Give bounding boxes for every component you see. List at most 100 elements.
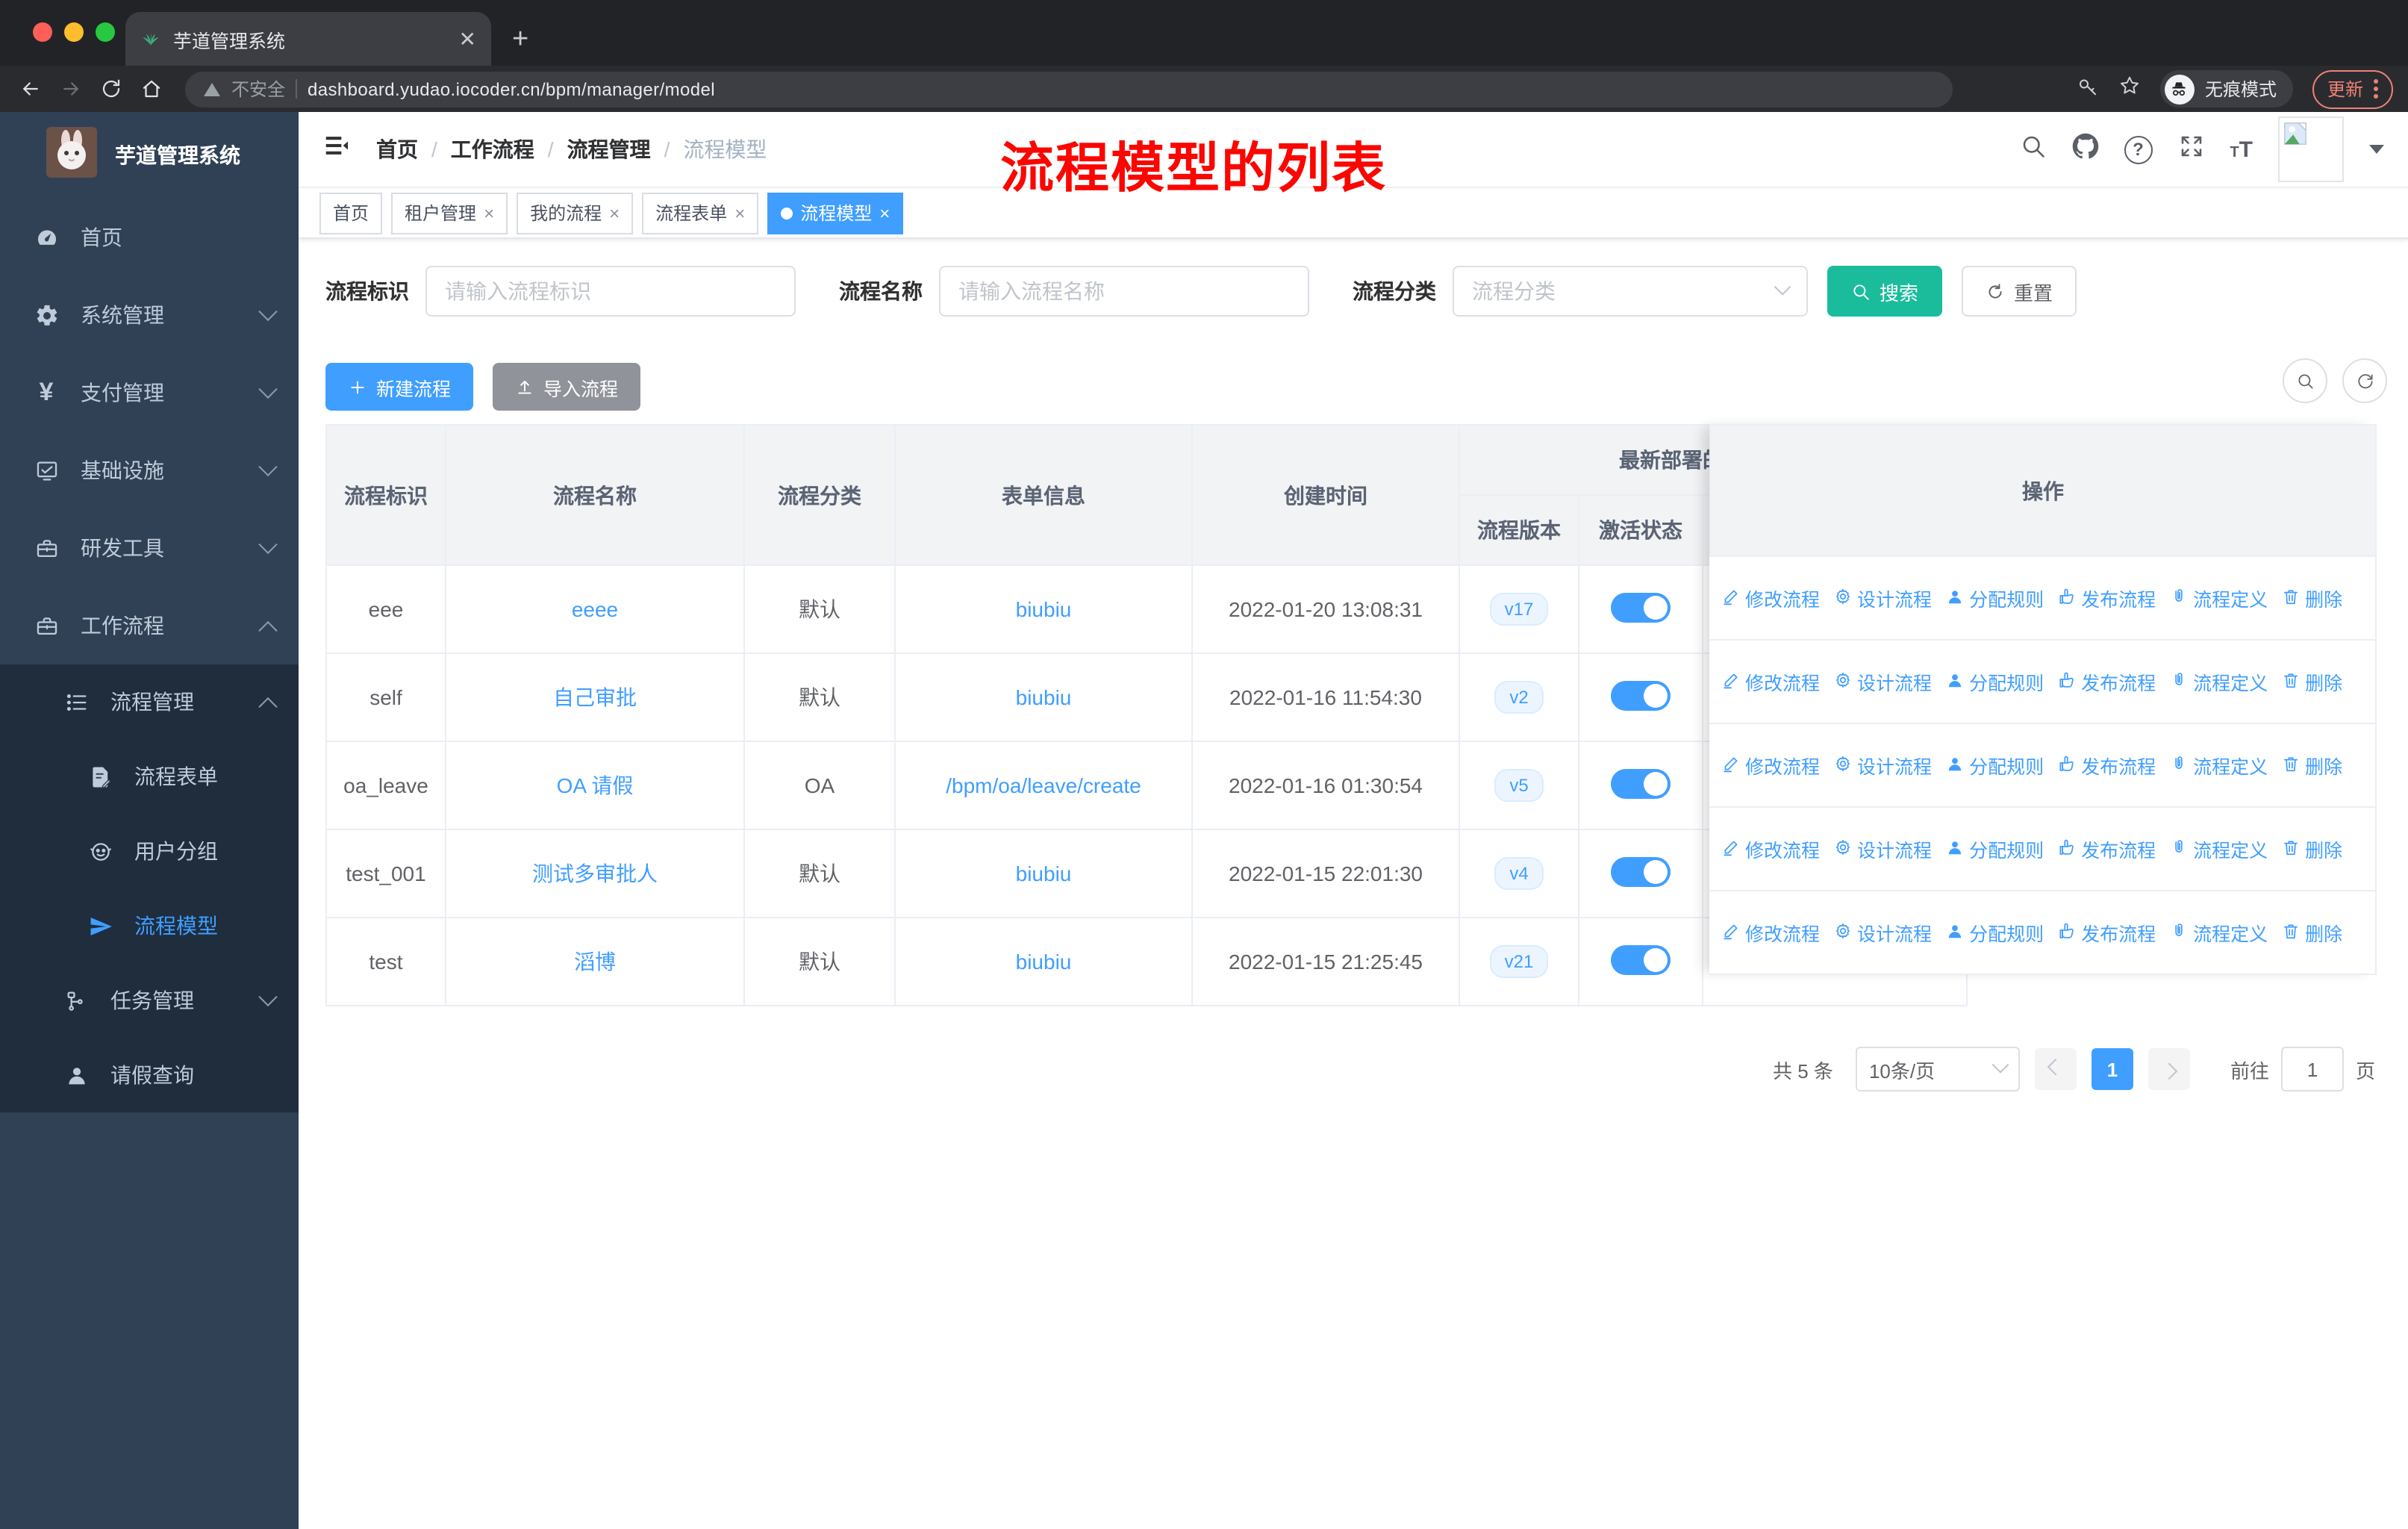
form-info-link[interactable]: /bpm/oa/leave/create [946,773,1141,797]
refresh-icon-button[interactable] [2342,358,2387,403]
action-clip-link[interactable]: 流程定义 [2169,667,2268,696]
active-toggle[interactable] [1611,680,1671,710]
sidebar-item-gear[interactable]: 系统管理 [0,276,299,354]
sidebar-item-usergroup[interactable]: 用户分组 [0,814,299,888]
show-search-icon-button[interactable] [2283,358,2327,403]
action-publish-link[interactable]: 发布流程 [2057,584,2156,612]
process-key-input[interactable]: 请输入流程标识 [425,266,796,317]
action-edit-link[interactable]: 修改流程 [1721,584,1820,612]
action-design-gear-link[interactable]: 设计流程 [1833,667,1932,696]
breadcrumb-item[interactable]: 流程管理 [567,134,651,164]
tag-item[interactable]: 流程表单 × [642,192,759,234]
minimize-window-button[interactable] [64,22,84,42]
action-edit-link[interactable]: 修改流程 [1721,918,1820,947]
page-size-select[interactable]: 10条/页 [1855,1047,2020,1092]
action-trash-link[interactable]: 删除 [2281,918,2342,947]
active-toggle[interactable] [1611,768,1671,798]
key-icon[interactable] [2077,74,2099,104]
new-tab-button[interactable]: + [512,24,528,57]
sidebar-item-paperplane[interactable]: 流程模型 [0,888,299,963]
sidebar-item-infra[interactable]: 基础设施 [0,432,299,509]
tag-item[interactable]: 首页 [319,192,383,234]
breadcrumb-item[interactable]: 首页 [376,134,418,164]
maximize-window-button[interactable] [96,22,115,42]
action-clip-link[interactable]: 流程定义 [2169,835,2268,863]
sidebar-item-briefcase[interactable]: 工作流程 [0,587,299,664]
active-toggle[interactable] [1611,592,1671,622]
active-toggle[interactable] [1611,944,1671,974]
action-clip-link[interactable]: 流程定义 [2169,918,2268,947]
sidebar-item-form[interactable]: 流程表单 [0,739,299,814]
github-icon[interactable] [2071,132,2098,166]
tag-close-icon[interactable]: × [879,202,890,223]
tag-active[interactable]: 流程模型 × [767,192,904,234]
tag-close-icon[interactable]: × [484,202,494,223]
action-design-gear-link[interactable]: 设计流程 [1833,751,1932,779]
action-user-fill-link[interactable]: 分配规则 [1945,667,2044,696]
reset-button[interactable]: 重置 [1962,266,2077,317]
close-window-button[interactable] [33,22,52,42]
action-design-gear-link[interactable]: 设计流程 [1833,918,1932,947]
sidebar-item-dashboard[interactable]: 首页 [0,199,299,276]
action-user-fill-link[interactable]: 分配规则 [1945,835,2044,863]
hamburger-icon[interactable] [322,131,351,167]
form-info-link[interactable]: biubiu [1016,862,1072,885]
search-button[interactable]: 搜索 [1827,266,1943,317]
create-process-button[interactable]: 新建流程 [325,363,474,411]
forward-icon[interactable] [55,74,85,104]
sidebar-item-person[interactable]: 请假查询 [0,1038,299,1112]
action-clip-link[interactable]: 流程定义 [2169,584,2268,612]
goto-page-input[interactable]: 1 [2280,1047,2344,1092]
form-info-link[interactable]: biubiu [1016,950,1072,974]
process-name-link[interactable]: 滔博 [574,950,616,974]
sidebar-item-tasks[interactable]: 任务管理 [0,963,299,1038]
reload-icon[interactable] [96,74,125,104]
action-trash-link[interactable]: 删除 [2281,835,2342,863]
active-toggle[interactable] [1611,856,1671,886]
browser-tab[interactable]: 芋道管理系统 ✕ [125,12,491,66]
action-user-fill-link[interactable]: 分配规则 [1945,751,2044,779]
action-user-fill-link[interactable]: 分配规则 [1945,584,2044,612]
tag-close-icon[interactable]: × [609,202,620,223]
tag-close-icon[interactable]: × [734,202,745,223]
action-edit-link[interactable]: 修改流程 [1721,835,1820,863]
avatar[interactable] [2278,116,2344,182]
tab-close-icon[interactable]: ✕ [459,26,476,52]
process-name-link[interactable]: OA 请假 [557,773,634,797]
process-name-link[interactable]: 测试多审批人 [532,862,658,885]
action-trash-link[interactable]: 删除 [2281,667,2342,696]
browser-menu-update-button[interactable]: 更新 [2312,69,2393,108]
action-publish-link[interactable]: 发布流程 [2057,918,2156,947]
action-publish-link[interactable]: 发布流程 [2057,835,2156,863]
tag-item[interactable]: 我的流程 × [517,192,634,234]
font-size-icon[interactable]: TT [2230,137,2253,162]
search-icon[interactable] [2019,132,2046,166]
breadcrumb-item[interactable]: 工作流程 [451,134,534,164]
sidebar-item-toolbox[interactable]: 研发工具 [0,509,299,587]
prev-page-button[interactable] [2034,1048,2077,1090]
fullscreen-icon[interactable] [2177,132,2204,166]
bookmark-star-icon[interactable] [2118,74,2141,104]
sidebar-item-list[interactable]: 流程管理 [0,664,299,739]
sidebar-item-yen[interactable]: ¥ 支付管理 [0,354,299,432]
process-name-link[interactable]: 自己审批 [553,685,637,709]
next-page-button[interactable] [2147,1048,2190,1090]
home-icon[interactable] [136,74,166,104]
action-design-gear-link[interactable]: 设计流程 [1833,584,1932,612]
process-name-link[interactable]: eeee [572,597,618,621]
action-publish-link[interactable]: 发布流程 [2057,667,2156,696]
address-bar[interactable]: 不安全 dashboard.yudao.iocoder.cn/bpm/manag… [185,71,1953,107]
process-name-input[interactable]: 请输入流程名称 [939,266,1309,317]
breadcrumb-item[interactable]: 流程模型 [683,134,767,164]
action-user-fill-link[interactable]: 分配规则 [1945,918,2044,947]
avatar-caret-icon[interactable] [2369,145,2384,154]
help-icon[interactable]: ? [2124,135,2153,164]
back-icon[interactable] [15,74,45,104]
action-trash-link[interactable]: 删除 [2281,584,2342,612]
action-edit-link[interactable]: 修改流程 [1721,667,1820,696]
form-info-link[interactable]: biubiu [1016,597,1072,621]
tag-item[interactable]: 租户管理 × [391,192,508,234]
action-trash-link[interactable]: 删除 [2281,751,2342,779]
action-design-gear-link[interactable]: 设计流程 [1833,835,1932,863]
form-info-link[interactable]: biubiu [1016,685,1072,709]
